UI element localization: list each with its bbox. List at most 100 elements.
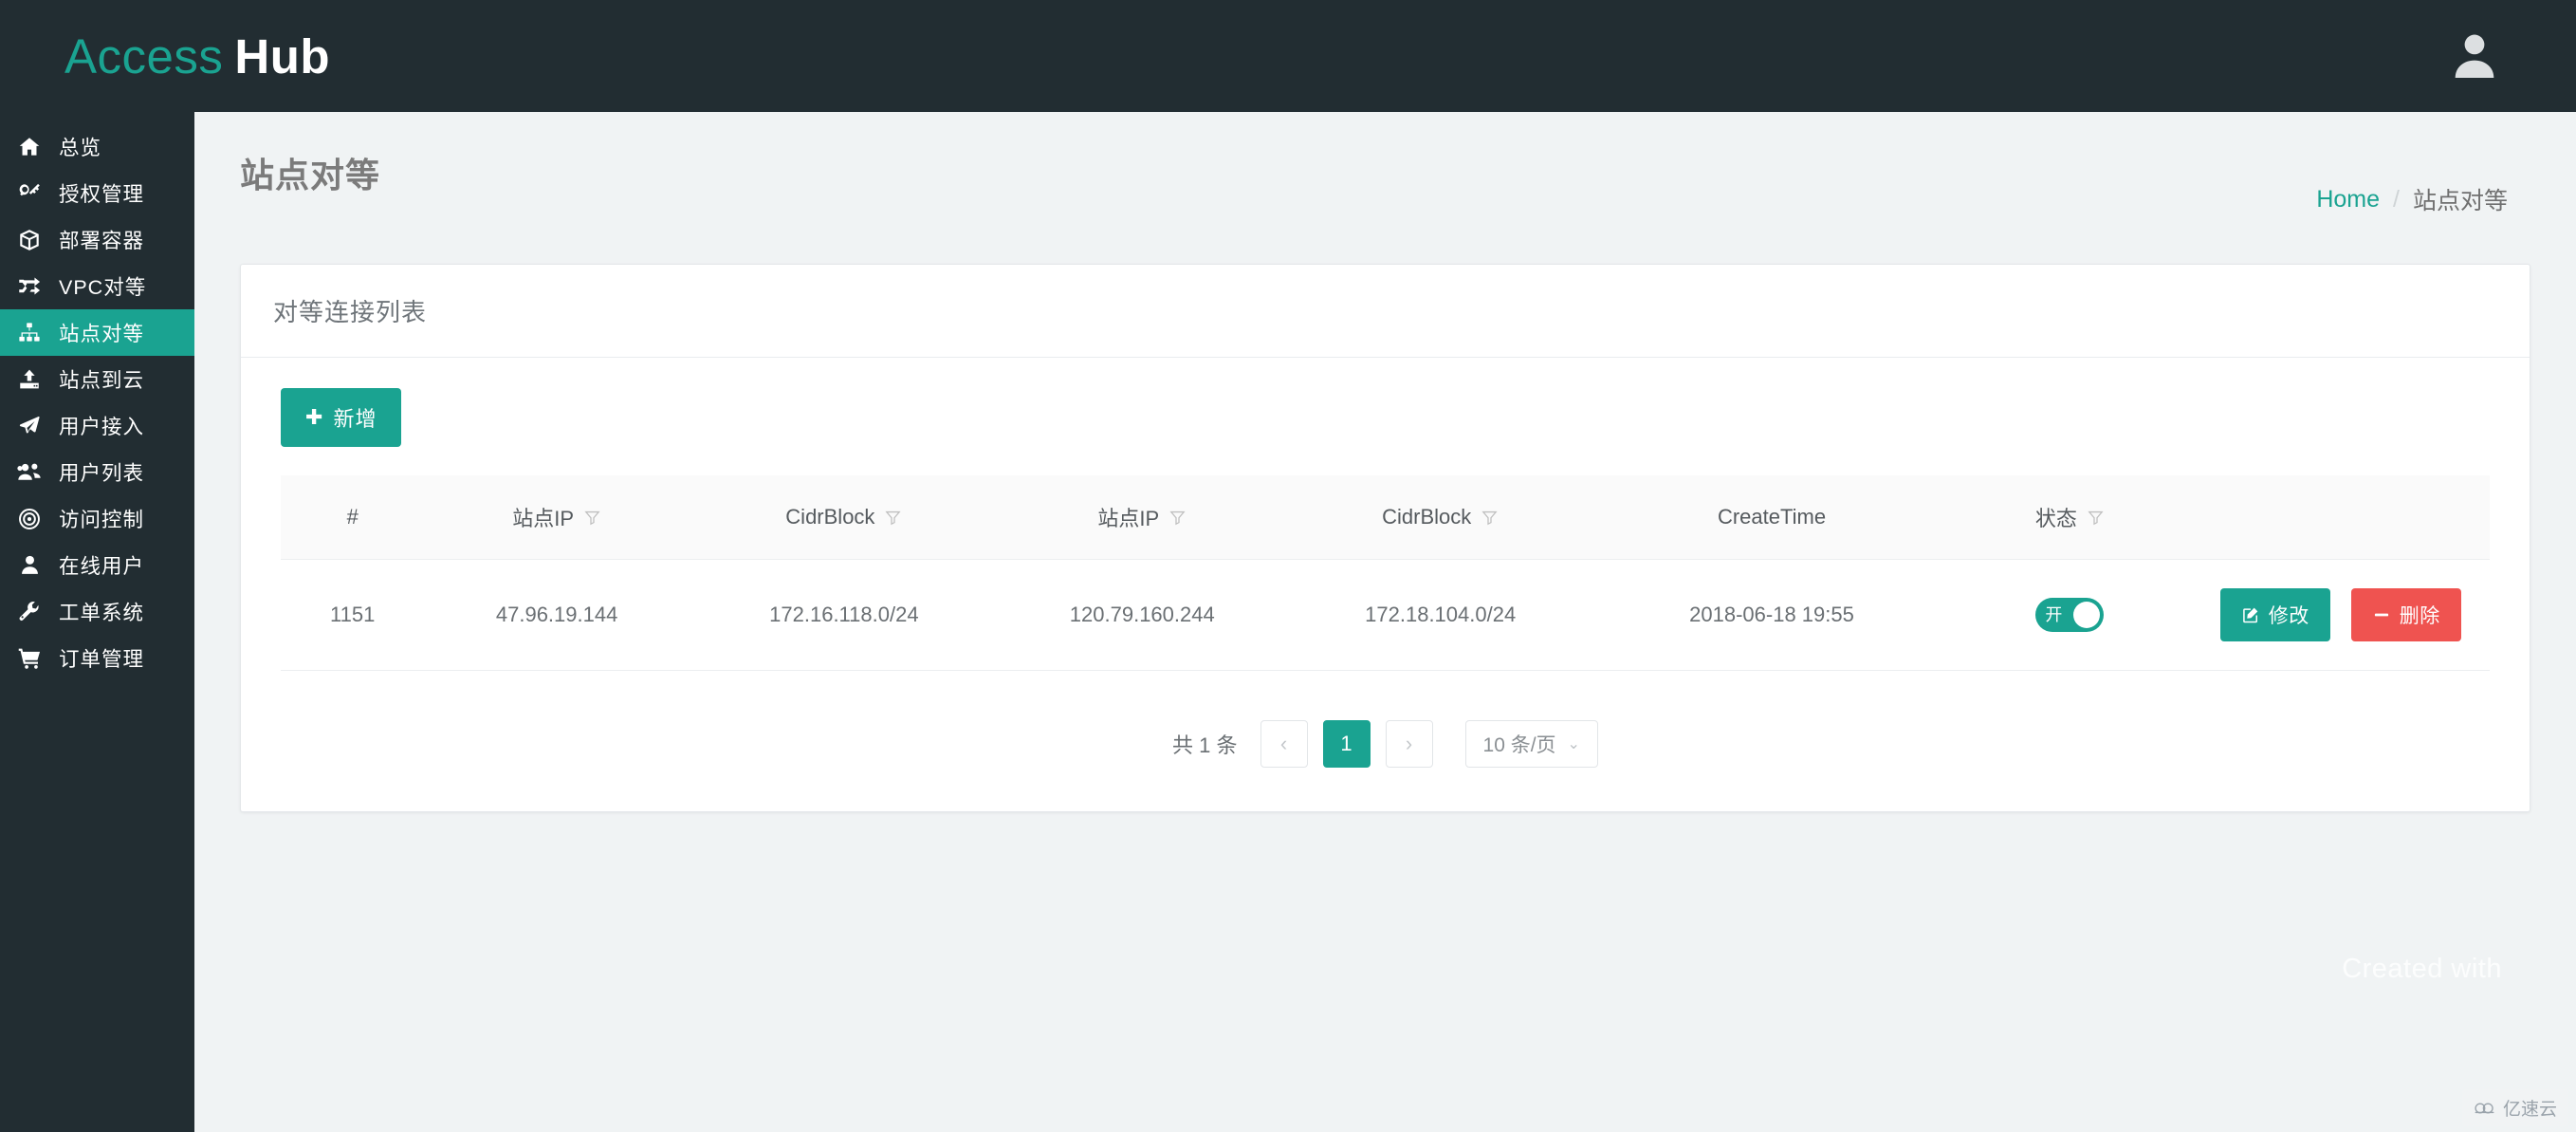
column-label: 站点IP bbox=[1097, 507, 1160, 530]
sidebar-item-ticket-system[interactable]: 工单系统 bbox=[0, 588, 194, 635]
card-title: 对等连接列表 bbox=[241, 265, 2530, 358]
edit-button-label: 修改 bbox=[2268, 605, 2309, 627]
table-body: 1151 47.96.19.144 172.16.118.0/24 120.79… bbox=[281, 559, 2490, 671]
minus-icon bbox=[2372, 605, 2391, 624]
column-header-site-ip-2[interactable]: 站点IP bbox=[998, 475, 1286, 560]
sidebar-label: 总览 bbox=[59, 137, 102, 159]
add-button-label: 新增 bbox=[333, 407, 377, 431]
app-root: Access Hub 总览 授权管理 部署容器 VPC对等 站点对等 站点到云 … bbox=[0, 0, 2576, 1132]
toggle-knob bbox=[2073, 602, 2101, 628]
shuffle-icon bbox=[0, 273, 59, 299]
page-size-label: 10 条/页 bbox=[1482, 734, 1556, 756]
sidebar-label: 站点对等 bbox=[59, 323, 145, 345]
filter-icon[interactable] bbox=[583, 509, 601, 527]
cell-site-ip-2: 120.79.160.244 bbox=[998, 559, 1286, 671]
cell-actions: 修改 删除 bbox=[2191, 559, 2490, 671]
sidebar-item-order-management[interactable]: 订单管理 bbox=[0, 635, 194, 681]
column-header-cidr-block-2[interactable]: CidrBlock bbox=[1285, 475, 1595, 560]
wrench-icon bbox=[0, 600, 59, 624]
sidebar-label: 用户接入 bbox=[59, 416, 145, 438]
sidebar-item-overview[interactable]: 总览 bbox=[0, 123, 194, 170]
brand-second: Hub bbox=[234, 28, 331, 84]
pagination: 共 1 条 ‹ 1 › 10 条/页 ⌄ bbox=[281, 720, 2490, 768]
column-header-create-time: CreateTime bbox=[1594, 475, 1949, 560]
column-label: CidrBlock bbox=[785, 505, 875, 529]
sidebar-label: 订单管理 bbox=[59, 648, 145, 671]
sidebar-item-site-peering[interactable]: 站点对等 bbox=[0, 309, 194, 356]
sidebar-item-site-to-cloud[interactable]: 站点到云 bbox=[0, 356, 194, 402]
pagination-next[interactable]: › bbox=[1385, 720, 1433, 768]
cloud-badge: 亿速云 bbox=[2461, 1089, 2568, 1126]
sidebar-item-user-list[interactable]: 用户列表 bbox=[0, 449, 194, 495]
filter-icon[interactable] bbox=[1481, 509, 1499, 527]
sidebar: 总览 授权管理 部署容器 VPC对等 站点对等 站点到云 用户接入 用户列表 访… bbox=[0, 112, 194, 1132]
plane-icon bbox=[0, 414, 59, 438]
column-label: CreateTime bbox=[1717, 505, 1827, 529]
user-avatar-icon bbox=[2455, 34, 2494, 78]
cloud-badge-label: 亿速云 bbox=[2502, 1100, 2557, 1120]
cell-create-time: 2018-06-18 19:55 bbox=[1594, 559, 1949, 671]
column-header-site-ip-1[interactable]: 站点IP bbox=[424, 475, 690, 560]
sidebar-label: 访问控制 bbox=[59, 509, 145, 531]
cell-cidr-block-1: 172.16.118.0/24 bbox=[689, 559, 999, 671]
peering-table: # 站点IP CidrBlock 站点IP CidrBlock CreateTi… bbox=[281, 475, 2490, 671]
brand-logo[interactable]: Access Hub bbox=[0, 28, 330, 84]
column-label: 状态 bbox=[2034, 507, 2077, 530]
edit-icon bbox=[2241, 605, 2260, 624]
edit-button[interactable]: 修改 bbox=[2219, 588, 2330, 641]
body-row: 总览 授权管理 部署容器 VPC对等 站点对等 站点到云 用户接入 用户列表 访… bbox=[0, 112, 2576, 1132]
peering-list-card: 对等连接列表 ✚ 新增 # 站点IP CidrBlock 站点IP CidrBl… bbox=[240, 264, 2530, 812]
state-toggle[interactable]: 开 bbox=[2035, 598, 2105, 632]
delete-button-label: 删除 bbox=[2399, 605, 2440, 627]
breadcrumb-home[interactable]: Home bbox=[2316, 186, 2380, 213]
column-header-state[interactable]: 状态 bbox=[1948, 475, 2192, 560]
key-icon bbox=[0, 181, 59, 206]
breadcrumb-separator: / bbox=[2393, 185, 2400, 213]
plus-icon: ✚ bbox=[305, 405, 324, 429]
pagination-total: 共 1 条 bbox=[1172, 733, 1238, 757]
brand-first: Access bbox=[64, 28, 224, 84]
filter-icon[interactable] bbox=[1168, 509, 1187, 527]
sidebar-item-access-control[interactable]: 访问控制 bbox=[0, 495, 194, 542]
sidebar-item-authorization[interactable]: 授权管理 bbox=[0, 170, 194, 216]
pagination-prev[interactable]: ‹ bbox=[1260, 720, 1308, 768]
column-label: 站点IP bbox=[512, 507, 574, 530]
filter-icon[interactable] bbox=[884, 509, 902, 527]
column-label: # bbox=[346, 505, 359, 529]
card-body: ✚ 新增 # 站点IP CidrBlock 站点IP CidrBlock Cre… bbox=[241, 358, 2530, 811]
table-header-row: # 站点IP CidrBlock 站点IP CidrBlock CreateTi… bbox=[281, 475, 2490, 560]
users-icon bbox=[0, 459, 59, 486]
sidebar-label: 站点到云 bbox=[59, 369, 145, 392]
main-content: 站点对等 Home / 站点对等 对等连接列表 ✚ 新增 # 站点IP Cidr… bbox=[194, 112, 2576, 1132]
filter-icon[interactable] bbox=[2087, 509, 2105, 527]
sidebar-label: 部署容器 bbox=[59, 230, 145, 252]
sidebar-label: 工单系统 bbox=[59, 602, 145, 624]
sidebar-item-vpc-peering[interactable]: VPC对等 bbox=[0, 263, 194, 309]
page-size-select[interactable]: 10 条/页 ⌄ bbox=[1464, 720, 1598, 768]
pagination-page-1[interactable]: 1 bbox=[1322, 720, 1371, 768]
add-button[interactable]: ✚ 新增 bbox=[281, 388, 402, 447]
sidebar-item-user-access[interactable]: 用户接入 bbox=[0, 402, 194, 449]
cell-state: 开 bbox=[1948, 559, 2192, 671]
sidebar-item-container[interactable]: 部署容器 bbox=[0, 216, 194, 263]
table-header: # 站点IP CidrBlock 站点IP CidrBlock CreateTi… bbox=[281, 475, 2490, 560]
cloud-icon bbox=[2474, 1100, 2496, 1116]
column-header-cidr-block-1[interactable]: CidrBlock bbox=[689, 475, 999, 560]
delete-button[interactable]: 删除 bbox=[2350, 588, 2461, 641]
home-icon bbox=[0, 135, 59, 159]
cart-icon bbox=[0, 646, 59, 671]
bullseye-icon bbox=[0, 507, 59, 531]
cell-site-ip-1: 47.96.19.144 bbox=[424, 559, 690, 671]
sidebar-label: 授权管理 bbox=[59, 183, 145, 206]
sidebar-item-online-users[interactable]: 在线用户 bbox=[0, 542, 194, 588]
avatar[interactable] bbox=[2447, 28, 2576, 84]
watermark-text: Created with bbox=[2342, 954, 2502, 984]
state-toggle-label: 开 bbox=[2045, 605, 2063, 624]
page-header: 站点对等 Home / 站点对等 bbox=[194, 112, 2576, 216]
sidebar-label: 在线用户 bbox=[59, 555, 145, 578]
chevron-down-icon: ⌄ bbox=[1567, 736, 1580, 752]
row-actions: 修改 删除 bbox=[2192, 588, 2490, 641]
breadcrumb-current: 站点对等 bbox=[2412, 188, 2508, 214]
user-icon bbox=[0, 553, 59, 577]
sidebar-label: VPC对等 bbox=[59, 276, 147, 299]
